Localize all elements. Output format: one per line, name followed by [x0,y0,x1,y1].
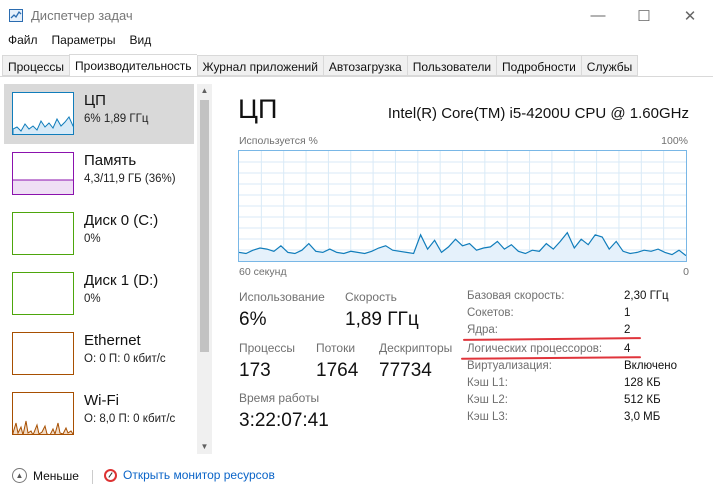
fewer-details-label: Меньше [33,468,79,483]
tab-startup[interactable]: Автозагрузка [322,55,407,76]
wifi-thumbnail [12,392,74,435]
cores-label: Ядра: [467,324,499,336]
menu-options[interactable]: Параметры [44,31,122,51]
threads-label: Потоки [316,341,356,355]
resource-name: ЦП [84,92,106,109]
close-button[interactable]: ✕ [667,0,713,31]
usage-label: Использование [239,290,325,304]
scroll-down-arrow-icon[interactable]: ▼ [197,440,212,454]
cpu-thumbnail [12,92,74,135]
maximize-button[interactable]: ☐ [621,0,667,31]
uptime-label: Время работы [239,391,320,405]
graph-time-label: 60 секунд [239,266,287,278]
speed-label: Скорость [345,290,397,304]
open-resource-monitor-link[interactable]: Открыть монитор ресурсов [104,468,275,482]
resource-cpu[interactable]: ЦП 6% 1,89 ГГц [4,84,194,144]
handles-value: 77734 [379,360,432,381]
window-title: Диспетчер задач [31,8,133,23]
disk-0-thumbnail [12,212,74,255]
resource-disk-0[interactable]: Диск 0 (C:) 0% [4,204,194,264]
open-resource-monitor-label: Открыть монитор ресурсов [123,468,275,482]
speed-value: 1,89 ГГц [345,309,419,330]
footer-bar: ▲ Меньше Открыть монитор ресурсов [0,456,713,502]
resource-detail: 6% 1,89 ГГц [84,113,149,125]
graph-max-label: 100% [661,135,688,147]
resource-detail: О: 0 П: 0 кбит/с [84,353,166,365]
cache-l3-label: Кэш L3: [467,411,508,423]
resource-list: ЦП 6% 1,89 ГГц Память 4,3/11,9 ГБ (36%) … [0,84,212,454]
base-speed-label: Базовая скорость: [467,290,565,302]
cores-value: 2 [624,324,631,336]
task-manager-icon [9,9,23,22]
resource-detail: 4,3/11,9 ГБ (36%) [84,173,176,185]
menu-view[interactable]: Вид [121,31,157,51]
uptime-value: 3:22:07:41 [239,410,329,431]
cpu-usage-graph [238,150,687,262]
footer-divider [92,470,93,484]
sockets-value: 1 [624,307,631,319]
resource-detail: 0% [84,293,101,305]
cpu-model: Intel(R) Core(TM) i5-4200U CPU @ 1.60GHz [387,105,689,122]
resource-detail: 0% [84,233,101,245]
cache-l3-value: 3,0 МБ [624,411,661,423]
handles-label: Дескрипторы [379,341,453,355]
resource-name: Диск 0 (C:) [84,212,159,229]
fewer-details-button[interactable]: ▲ Меньше [12,468,79,483]
resource-name: Диск 1 (D:) [84,272,159,289]
ethernet-thumbnail [12,332,74,375]
virtualization-value: Включено [624,360,678,372]
resource-detail: О: 8,0 П: 0 кбит/с [84,413,176,425]
graph-usage-label: Используется % [239,135,318,147]
resource-disk-1[interactable]: Диск 1 (D:) 0% [4,264,194,324]
menu-bar: Файл Параметры Вид [0,31,157,51]
virtualization-label: Виртуализация: [467,360,552,372]
sockets-label: Сокетов: [467,307,514,319]
logical-processors-label: Логических процессоров: [467,343,603,355]
cache-l2-value: 512 КБ [624,394,661,406]
cpu-panel: ЦП Intel(R) Core(TM) i5-4200U CPU @ 1.60… [212,84,713,454]
tab-details[interactable]: Подробности [496,55,581,76]
resource-list-scrollbar[interactable]: ▲ ▼ [197,84,212,454]
logical-processors-value: 4 [624,343,631,355]
cache-l2-label: Кэш L2: [467,394,508,406]
threads-value: 1764 [316,360,359,381]
cache-l1-value: 128 КБ [624,377,661,389]
tab-bar: Процессы Производительность Журнал прило… [2,54,639,77]
resource-name: Память [84,152,137,169]
disk-1-thumbnail [12,272,74,315]
resource-name: Wi-Fi [84,392,119,409]
tab-services[interactable]: Службы [580,55,639,76]
tab-performance[interactable]: Производительность [69,54,197,77]
graph-min-label: 0 [683,266,689,278]
memory-thumbnail [12,152,74,195]
cpu-title: ЦП [238,94,278,124]
minimize-button[interactable]: — [575,0,621,31]
menu-file[interactable]: Файл [0,31,44,51]
cores-highlight-underline [462,337,642,341]
resource-monitor-icon [104,468,117,482]
resource-memory[interactable]: Память 4,3/11,9 ГБ (36%) [4,144,194,204]
tab-processes[interactable]: Процессы [2,55,70,76]
resource-ethernet[interactable]: Ethernet О: 0 П: 0 кбит/с [4,324,194,384]
usage-value: 6% [239,309,267,330]
chevron-up-icon: ▲ [12,468,27,483]
tab-users[interactable]: Пользователи [406,55,497,76]
tab-app-history[interactable]: Журнал приложений [196,55,323,76]
resource-name: Ethernet [84,332,141,349]
scrollbar-thumb[interactable] [200,100,209,352]
resource-wifi[interactable]: Wi-Fi О: 8,0 П: 0 кбит/с [4,384,194,444]
processes-label: Процессы [239,341,296,355]
scroll-up-arrow-icon[interactable]: ▲ [197,84,212,98]
processes-value: 173 [239,360,271,381]
cache-l1-label: Кэш L1: [467,377,508,389]
base-speed-value: 2,30 ГГц [624,290,669,302]
title-bar: Диспетчер задач — ☐ ✕ [0,0,713,31]
tab-divider [0,76,713,77]
cpu-usage-chart [239,151,686,261]
